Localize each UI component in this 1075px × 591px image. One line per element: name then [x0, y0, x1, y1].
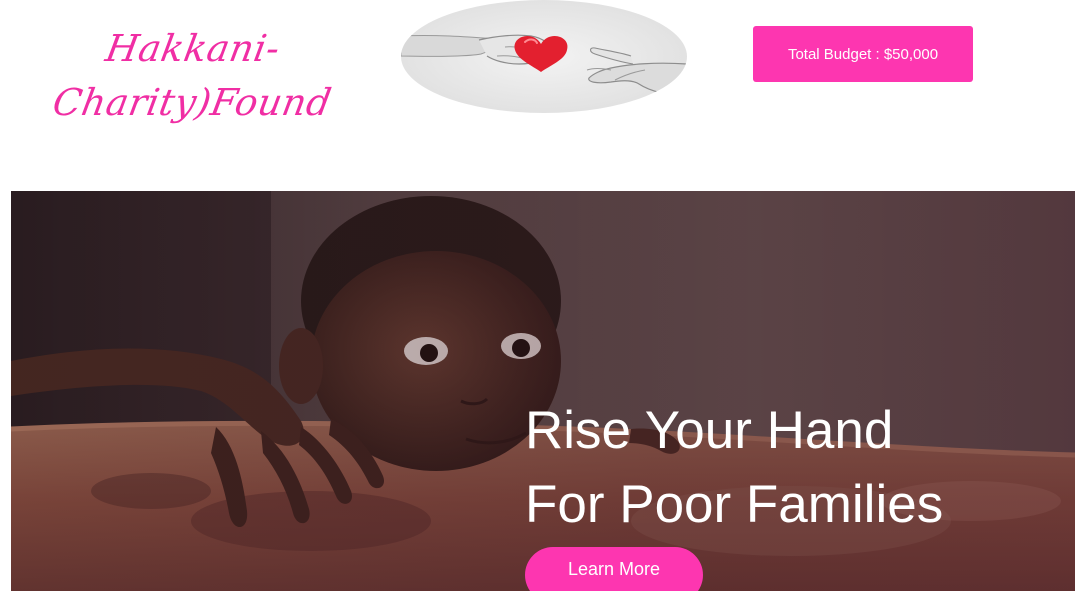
hero-title-line-2: For Poor Families [525, 475, 944, 534]
hero-title-line-1: Rise Your Hand [525, 401, 894, 460]
hero-banner: Rise Your Hand For Poor Families Learn M… [11, 191, 1075, 591]
hero-title: Rise Your Hand For Poor Families [525, 394, 1045, 542]
logo-line-1: Hakkani- [102, 27, 284, 70]
hands-heart-illustration [401, 34, 687, 97]
hands-heart-image [401, 0, 687, 113]
site-logo[interactable]: Hakkani- Charity)Found [48, 22, 335, 130]
page: Hakkani- Charity)Found Total Budget: $5… [0, 0, 1075, 591]
site-header: Hakkani- Charity)Found Total Budget: $5… [0, 0, 1075, 190]
logo-line-2: Charity)Found [49, 81, 335, 124]
total-budget-button[interactable]: Total Budget : $50,000 [753, 26, 973, 82]
learn-more-button[interactable]: Learn More [525, 547, 703, 591]
